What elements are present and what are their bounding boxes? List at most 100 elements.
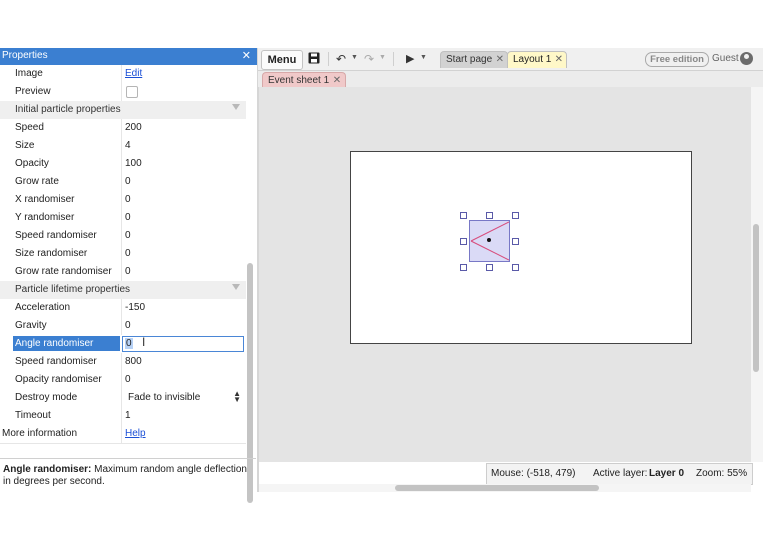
prop-row[interactable]: Grow rate randomiser 0 bbox=[0, 263, 246, 282]
prop-name: Image bbox=[15, 68, 43, 79]
prop-row[interactable]: Y randomiser 0 bbox=[0, 209, 246, 228]
property-grid: Image Edit Preview Initial particle prop… bbox=[0, 65, 246, 452]
resize-handle[interactable] bbox=[512, 212, 519, 219]
status-bar: Mouse: (-518, 479) Active layer: Layer 0… bbox=[486, 463, 753, 485]
horizontal-scroll-thumb[interactable] bbox=[395, 485, 599, 491]
resize-handle[interactable] bbox=[460, 238, 467, 245]
prop-row[interactable]: Size randomiser 0 bbox=[0, 245, 246, 264]
collapse-arrow-icon[interactable] bbox=[232, 284, 240, 290]
prop-row[interactable]: Opacity 100 bbox=[0, 155, 246, 174]
undo-dropdown-icon[interactable]: ▼ bbox=[351, 54, 358, 61]
prop-row[interactable]: Opacity randomiser 0 bbox=[0, 371, 246, 390]
prop-name: Opacity bbox=[15, 158, 49, 169]
properties-title: Properties bbox=[2, 50, 48, 61]
prop-name: Timeout bbox=[15, 410, 51, 421]
layout-view[interactable] bbox=[259, 87, 751, 462]
prop-name: X randomiser bbox=[15, 194, 75, 205]
close-tab-icon[interactable]: ✕ bbox=[555, 52, 563, 68]
prop-value[interactable]: 4 bbox=[125, 140, 131, 151]
mouse-position: Mouse: (-518, 479) bbox=[491, 468, 576, 479]
active-layer-label: Active layer: bbox=[593, 468, 648, 479]
tab-start-page[interactable]: Start page ✕ bbox=[440, 51, 508, 68]
close-tab-icon[interactable]: ✕ bbox=[496, 52, 504, 68]
collapse-arrow-icon[interactable] bbox=[232, 104, 240, 110]
prop-value[interactable]: 1 bbox=[125, 410, 131, 421]
layout-canvas[interactable] bbox=[350, 151, 692, 344]
prop-name: Opacity randomiser bbox=[15, 374, 102, 385]
prop-value[interactable]: 0 bbox=[125, 212, 131, 223]
undo-icon[interactable]: ↶ bbox=[336, 52, 346, 66]
text-cursor-icon: I bbox=[142, 335, 146, 349]
main-toolbar: Menu ↶ ▼ ↷ ▼ ▶ ▼ Start page ✕ Layout 1 ✕… bbox=[258, 48, 763, 71]
resize-handle[interactable] bbox=[460, 212, 467, 219]
close-tab-icon[interactable]: ✕ bbox=[333, 73, 341, 88]
resize-handle[interactable] bbox=[486, 212, 493, 219]
prop-row-selected[interactable]: Angle randomiser 0 I bbox=[0, 335, 246, 354]
prop-name: Speed randomiser bbox=[15, 356, 97, 367]
tab-event-sheet-1[interactable]: Event sheet 1 ✕ bbox=[262, 72, 347, 88]
image-edit-link[interactable]: Edit bbox=[125, 68, 142, 79]
prop-row[interactable]: Gravity 0 bbox=[0, 317, 246, 336]
destroy-mode-select[interactable]: Fade to invisible ▲ ▼ bbox=[123, 390, 243, 405]
prop-name: Acceleration bbox=[15, 302, 71, 313]
user-icon[interactable] bbox=[740, 52, 753, 65]
save-icon[interactable] bbox=[308, 52, 320, 67]
prop-name: Destroy mode bbox=[15, 392, 78, 403]
prop-row[interactable]: Grow rate 0 bbox=[0, 173, 246, 192]
redo-icon[interactable]: ↷ bbox=[364, 52, 374, 66]
prop-row[interactable]: Timeout 1 bbox=[0, 407, 246, 426]
subtab-bar: Event sheet 1 ✕ bbox=[258, 71, 763, 88]
prop-value[interactable]: -150 bbox=[125, 302, 145, 313]
prop-value[interactable]: 100 bbox=[125, 158, 142, 169]
prop-row[interactable]: X randomiser 0 bbox=[0, 191, 246, 210]
resize-handle[interactable] bbox=[486, 264, 493, 271]
section-particle-lifetime-properties[interactable]: Particle lifetime properties bbox=[0, 281, 246, 300]
prop-value[interactable]: 0 bbox=[125, 266, 131, 277]
vertical-scroll-thumb[interactable] bbox=[753, 224, 759, 372]
resize-handle[interactable] bbox=[512, 264, 519, 271]
angle-randomiser-input[interactable]: 0 bbox=[122, 336, 244, 352]
tab-layout-1[interactable]: Layout 1 ✕ bbox=[507, 51, 567, 68]
horizontal-scrollbar[interactable] bbox=[259, 484, 751, 492]
prop-row-preview: Preview bbox=[0, 83, 246, 102]
redo-dropdown-icon[interactable]: ▼ bbox=[379, 54, 386, 61]
play-icon[interactable]: ▶ bbox=[406, 52, 414, 65]
prop-row-destroy-mode: Destroy mode Fade to invisible ▲ ▼ bbox=[0, 389, 246, 408]
select-value: Fade to invisible bbox=[128, 392, 201, 403]
play-dropdown-icon[interactable]: ▼ bbox=[420, 54, 427, 61]
prop-name: Size randomiser bbox=[15, 248, 88, 259]
input-value[interactable]: 0 bbox=[125, 338, 133, 349]
section-title: Particle lifetime properties bbox=[15, 284, 131, 295]
prop-value[interactable]: 0 bbox=[125, 194, 131, 205]
prop-row[interactable]: Acceleration -150 bbox=[0, 299, 246, 318]
description-label: Angle randomiser: bbox=[3, 464, 92, 475]
prop-name: Grow rate randomiser bbox=[15, 266, 112, 277]
origin-point bbox=[487, 238, 491, 242]
prop-value[interactable]: 0 bbox=[125, 230, 131, 241]
vertical-scrollbar[interactable] bbox=[751, 87, 763, 462]
active-layer-value: Layer 0 bbox=[649, 468, 685, 479]
prop-value[interactable]: 0 bbox=[125, 248, 131, 259]
prop-value[interactable]: 800 bbox=[125, 356, 142, 367]
preview-checkbox[interactable] bbox=[126, 86, 138, 98]
resize-handle[interactable] bbox=[460, 264, 467, 271]
close-icon[interactable]: ✕ bbox=[242, 49, 251, 62]
resize-handle[interactable] bbox=[512, 238, 519, 245]
section-title: Initial particle properties bbox=[15, 104, 121, 115]
prop-name: Speed randomiser bbox=[15, 230, 97, 241]
prop-value[interactable]: 0 bbox=[125, 374, 131, 385]
user-label[interactable]: Guest bbox=[712, 53, 739, 64]
properties-panel: Properties ✕ Image Edit Preview Initial … bbox=[0, 48, 258, 503]
section-initial-particle-properties[interactable]: Initial particle properties bbox=[0, 101, 246, 120]
prop-value[interactable]: 0 bbox=[125, 320, 131, 331]
prop-value[interactable]: 0 bbox=[125, 176, 131, 187]
zoom-level: Zoom: 55% bbox=[696, 468, 748, 479]
prop-name: Angle randomiser bbox=[13, 336, 120, 351]
prop-value[interactable]: 200 bbox=[125, 122, 142, 133]
prop-row[interactable]: Speed 200 bbox=[0, 119, 246, 138]
prop-row[interactable]: Speed randomiser 0 bbox=[0, 227, 246, 246]
prop-row[interactable]: Size 4 bbox=[0, 137, 246, 156]
help-link[interactable]: Help bbox=[125, 428, 146, 439]
prop-row[interactable]: Speed randomiser 800 bbox=[0, 353, 246, 372]
menu-button[interactable]: Menu bbox=[261, 50, 303, 70]
